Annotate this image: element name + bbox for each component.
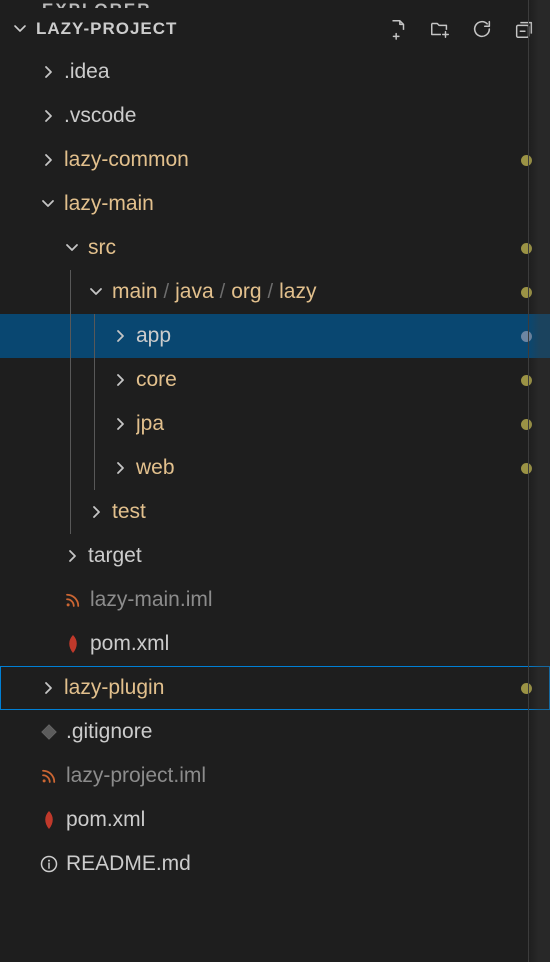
chevron-right-icon[interactable]	[110, 458, 130, 478]
tree-item-label: README.md	[66, 852, 550, 876]
folder-row[interactable]: core	[0, 358, 550, 402]
leaf-icon	[38, 809, 60, 831]
scrollbar-track[interactable]	[528, 0, 550, 962]
tree-item-label: .idea	[64, 60, 550, 84]
chevron-right-icon[interactable]	[38, 106, 58, 126]
file-row[interactable]: .gitignore	[0, 710, 550, 754]
tree-item-label: web	[136, 456, 521, 480]
tree-item-label: lazy-main	[64, 192, 550, 216]
tree-item-label: lazy-project.iml	[66, 764, 550, 788]
path-separator: /	[268, 281, 274, 304]
tree-item-label: lazy-plugin	[64, 676, 521, 700]
panel-label: EXPLORER	[0, 0, 550, 8]
chevron-right-icon[interactable]	[38, 678, 58, 698]
folder-row[interactable]: .idea	[0, 50, 550, 94]
tree-item-label: main/java/org/lazy	[112, 280, 521, 304]
chevron-down-icon[interactable]	[38, 194, 58, 214]
tree-item-label: src	[88, 236, 521, 260]
tree-item-label: .vscode	[64, 104, 550, 128]
project-title: LAZY-PROJECT	[36, 19, 386, 39]
tree-item-label: test	[112, 500, 550, 524]
folder-row[interactable]: .vscode	[0, 94, 550, 138]
path-separator: /	[220, 281, 226, 304]
new-file-icon[interactable]	[386, 17, 410, 41]
tree-item-label: target	[88, 544, 550, 568]
tree-item-label: core	[136, 368, 521, 392]
file-row[interactable]: pom.xml	[0, 798, 550, 842]
folder-row[interactable]: main/java/org/lazy	[0, 270, 550, 314]
tree-item-label: lazy-common	[64, 148, 521, 172]
file-row[interactable]: pom.xml	[0, 622, 550, 666]
tree-item-label: .gitignore	[66, 720, 550, 744]
tree-item-label: jpa	[136, 412, 521, 436]
explorer-header[interactable]: LAZY-PROJECT	[0, 8, 550, 50]
folder-row[interactable]: jpa	[0, 402, 550, 446]
chevron-right-icon[interactable]	[38, 150, 58, 170]
info-icon	[38, 853, 60, 875]
file-row[interactable]: lazy-project.iml	[0, 754, 550, 798]
folder-row[interactable]: web	[0, 446, 550, 490]
folder-row[interactable]: src	[0, 226, 550, 270]
folder-row[interactable]: lazy-main	[0, 182, 550, 226]
chevron-right-icon[interactable]	[86, 502, 106, 522]
chevron-down-icon[interactable]	[86, 282, 106, 302]
leaf-icon	[62, 633, 84, 655]
tree-item-label: pom.xml	[66, 808, 550, 832]
diamond-icon	[38, 721, 60, 743]
chevron-right-icon[interactable]	[62, 546, 82, 566]
chevron-down-icon[interactable]	[62, 238, 82, 258]
rss-icon	[38, 765, 60, 787]
file-row[interactable]: lazy-main.iml	[0, 578, 550, 622]
file-tree: .idea .vscode lazy-common lazy-main src main/…	[0, 50, 550, 886]
folder-row[interactable]: lazy-plugin	[0, 666, 550, 710]
path-separator: /	[164, 281, 170, 304]
tree-item-label: app	[136, 324, 521, 348]
tree-item-label: lazy-main.iml	[90, 588, 550, 612]
chevron-right-icon[interactable]	[110, 414, 130, 434]
chevron-down-icon	[10, 21, 30, 37]
new-folder-icon[interactable]	[428, 17, 452, 41]
refresh-icon[interactable]	[470, 17, 494, 41]
chevron-right-icon[interactable]	[38, 62, 58, 82]
chevron-right-icon[interactable]	[110, 326, 130, 346]
folder-row[interactable]: app	[0, 314, 550, 358]
folder-row[interactable]: target	[0, 534, 550, 578]
file-row[interactable]: README.md	[0, 842, 550, 886]
rss-icon	[62, 589, 84, 611]
header-actions	[386, 17, 536, 41]
folder-row[interactable]: lazy-common	[0, 138, 550, 182]
folder-row[interactable]: test	[0, 490, 550, 534]
chevron-right-icon[interactable]	[110, 370, 130, 390]
tree-item-label: pom.xml	[90, 632, 550, 656]
